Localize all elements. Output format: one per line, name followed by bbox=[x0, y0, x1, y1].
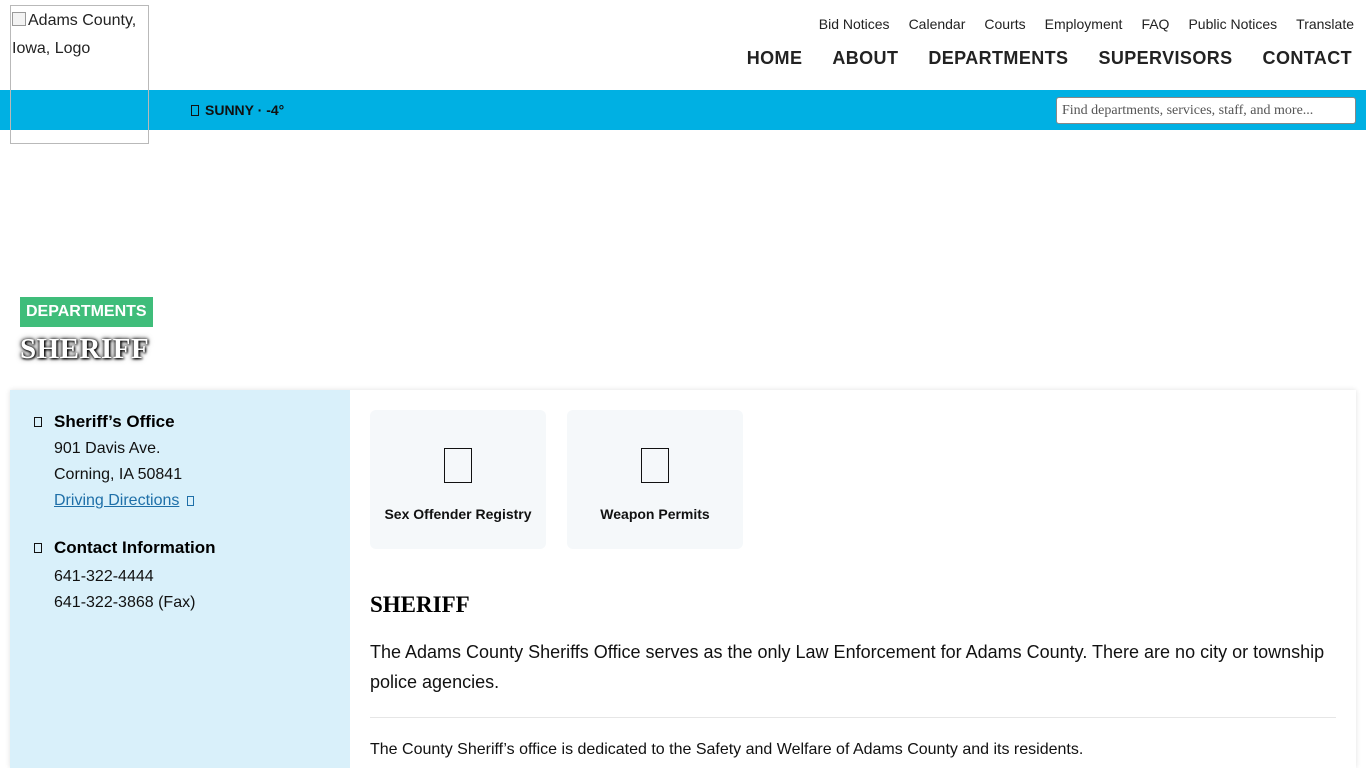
quick-links: Sex Offender Registry Weapon Permits bbox=[370, 410, 743, 549]
search-input[interactable] bbox=[1056, 97, 1356, 124]
nav-contact[interactable]: CONTACT bbox=[1263, 46, 1352, 70]
section-heading: SHERIFF bbox=[370, 592, 470, 617]
contact-info: Contact Information 641-322-4444 641-322… bbox=[34, 538, 216, 616]
util-link-courts[interactable]: Courts bbox=[984, 14, 1025, 34]
external-link-icon bbox=[187, 496, 195, 506]
tile-label: Sex Offender Registry bbox=[384, 506, 532, 522]
nav-home[interactable]: HOME bbox=[747, 46, 803, 70]
mission-paragraph: The County Sheriff’s office is dedicated… bbox=[370, 741, 1084, 758]
broken-image-icon bbox=[12, 12, 26, 26]
contact-heading: Contact Information bbox=[34, 538, 216, 558]
weather-text: SUNNY · -4° bbox=[205, 102, 285, 118]
intro-paragraph: The Adams County Sheriffs Office serves … bbox=[370, 642, 1325, 692]
office-address-line2: Corning, IA 50841 bbox=[54, 466, 183, 483]
util-link-calendar[interactable]: Calendar bbox=[909, 14, 966, 34]
nav-about[interactable]: ABOUT bbox=[832, 46, 898, 70]
location-icon bbox=[34, 417, 42, 427]
registry-icon bbox=[444, 448, 472, 483]
util-link-faq[interactable]: FAQ bbox=[1141, 14, 1169, 34]
logo-alt-text: Adams County, Iowa, Logo bbox=[12, 12, 137, 57]
office-address-line1: 901 Davis Ave. bbox=[54, 440, 161, 457]
category-tag[interactable]: DEPARTMENTS bbox=[20, 297, 153, 327]
office-title: Sheriff’s Office bbox=[54, 412, 175, 431]
util-link-public-notices[interactable]: Public Notices bbox=[1188, 14, 1277, 34]
driving-directions-link[interactable]: Driving Directions bbox=[54, 492, 179, 509]
page-title: SHERIFF bbox=[20, 333, 150, 365]
office-info: Sheriff’s Office 901 Davis Ave. Corning,… bbox=[34, 412, 195, 514]
sun-icon bbox=[191, 104, 199, 116]
phone-icon bbox=[34, 543, 42, 553]
tile-label: Weapon Permits bbox=[600, 506, 710, 522]
office-heading: Sheriff’s Office bbox=[34, 412, 194, 432]
main-nav: HOME ABOUT DEPARTMENTS SUPERVISORS CONTA… bbox=[717, 46, 1352, 70]
nav-departments[interactable]: DEPARTMENTS bbox=[928, 46, 1068, 70]
divider bbox=[370, 717, 1336, 718]
permit-icon bbox=[641, 448, 669, 483]
contact-title: Contact Information bbox=[54, 538, 216, 557]
driving-directions: Driving Directions bbox=[34, 488, 195, 514]
nav-supervisors[interactable]: SUPERVISORS bbox=[1098, 46, 1232, 70]
tile-weapon-permits[interactable]: Weapon Permits bbox=[567, 410, 743, 549]
weather-widget: SUNNY · -4° bbox=[191, 102, 284, 118]
fax-number: 641-322-3868 (Fax) bbox=[54, 594, 196, 611]
weather-search-bar: SUNNY · -4° bbox=[0, 90, 1366, 130]
utility-nav: Bid Notices Calendar Courts Employment F… bbox=[800, 14, 1354, 34]
util-link-employment[interactable]: Employment bbox=[1045, 14, 1123, 34]
phone-number: 641-322-4444 bbox=[54, 568, 154, 585]
tile-sex-offender-registry[interactable]: Sex Offender Registry bbox=[370, 410, 546, 549]
sidebar: Sheriff’s Office 901 Davis Ave. Corning,… bbox=[10, 390, 350, 768]
util-link-translate[interactable]: Translate bbox=[1296, 14, 1354, 34]
county-logo[interactable]: Adams County, Iowa, Logo bbox=[10, 5, 149, 144]
content-area: Sheriff’s Office 901 Davis Ave. Corning,… bbox=[10, 390, 1356, 768]
util-link-bid-notices[interactable]: Bid Notices bbox=[819, 14, 890, 34]
